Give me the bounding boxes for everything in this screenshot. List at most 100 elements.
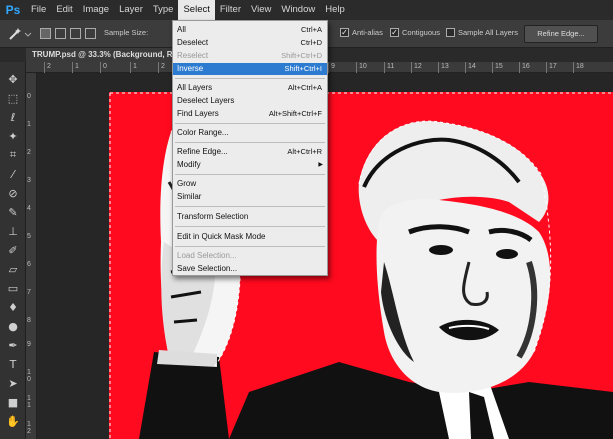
shortcut-label: Shift+Ctrl+D [281,51,322,60]
contiguous-checkbox[interactable]: ✓ [390,28,399,37]
menu-item-label: All Layers [177,83,213,92]
hand-icon[interactable]: ✋ [4,412,22,430]
menu-item-label: Save Selection... [177,264,238,273]
menu-file[interactable]: File [26,0,51,20]
menu-edit[interactable]: Edit [51,0,77,20]
ruler-tick: 0 [27,93,31,100]
ruler-tick: 3 [27,177,31,184]
ruler-tick: 7 [27,289,31,296]
blur-icon[interactable]: ♦ [4,298,22,316]
submenu-arrow-icon: ▶ [318,162,323,168]
ruler-vertical: 0 1 2 3 4 5 6 7 8 9 1 0 1 1 1 2 [26,73,37,439]
add-selection-icon[interactable] [55,28,66,39]
brush-icon[interactable]: ✎ [4,203,22,221]
menu-item-all-layers[interactable]: All Layers Alt+Ctrl+A [173,82,327,94]
contiguous-label: Contiguous [402,28,440,37]
stamp-icon[interactable]: ⊥ [4,222,22,240]
eraser-icon[interactable]: ▱ [4,260,22,278]
shape-icon[interactable]: ■ [4,393,22,411]
menu-item-grow[interactable]: Grow [173,178,327,190]
menu-image[interactable]: Image [78,0,114,20]
sample-size-label: Sample Size: [104,28,149,37]
menu-item-modify[interactable]: Modify ▶ [173,159,327,171]
anti-alias-label: Anti-alias [352,28,383,37]
menu-separator [175,206,325,207]
menu-item-label: Transform Selection [177,212,249,221]
select-menu-dropdown: All Ctrl+A Deselect Ctrl+D Reselect Shift+C… [172,20,328,276]
anti-alias-checkbox[interactable]: ✓ [340,28,349,37]
ruler-tick: 17 [546,62,557,73]
move-icon[interactable]: ✥ [4,70,22,88]
photoshop-logo: Ps [5,3,21,17]
menu-type[interactable]: Type [148,0,179,20]
document-tab[interactable]: TRUMP.psd @ 33.3% (Background, RG [26,48,176,62]
path-select-icon[interactable]: ➤ [4,374,22,392]
type-icon[interactable]: T [4,355,22,373]
shortcut-label: Alt+Ctrl+R [287,147,322,156]
ruler-tick: 4 [27,205,31,212]
marquee-icon[interactable]: ⬚ [4,89,22,107]
menu-item-similar[interactable]: Similar [173,191,327,203]
menu-item-all[interactable]: All Ctrl+A [173,24,327,36]
healing-icon[interactable]: ⊘ [4,184,22,202]
menu-separator [175,226,325,227]
new-selection-icon[interactable] [40,28,51,39]
menu-item-label: Deselect Layers [177,96,235,105]
sample-all-layers-label: Sample All Layers [458,28,519,37]
ruler-tick: 2 [158,62,165,73]
menu-item-quick-mask[interactable]: Edit in Quick Mask Mode [173,231,327,243]
ruler-tick: 16 [519,62,530,73]
menu-item-deselect[interactable]: Deselect Ctrl+D [173,37,327,49]
crop-icon[interactable]: ⌗ [4,146,22,164]
menu-separator [175,78,325,79]
ruler-tick: 1 2 [27,421,31,435]
menu-item-label: Deselect [177,38,209,47]
gradient-icon[interactable]: ▭ [4,279,22,297]
menu-layer[interactable]: Layer [114,0,148,20]
ruler-tick: 13 [438,62,449,73]
menu-item-label: Grow [177,179,197,188]
tools-panel: ✥ ⬚ ℓ ✦ ⌗ ⁄ ⊘ ✎ ⊥ ✐ ▱ ▭ ♦ ● ✒ T ➤ ■ ✋ [0,48,26,439]
menu-item-transform-selection[interactable]: Transform Selection [173,211,327,223]
ruler-tick: 10 [356,62,367,73]
ruler-tick: 1 [27,121,31,128]
menu-item-find-layers[interactable]: Find Layers Alt+Shift+Ctrl+F [173,108,327,120]
history-brush-icon[interactable]: ✐ [4,241,22,259]
menu-item-inverse[interactable]: Inverse Shift+Ctrl+I [173,63,327,75]
menu-item-save-selection[interactable]: Save Selection... [173,263,327,275]
subtract-selection-icon[interactable] [70,28,81,39]
pen-icon[interactable]: ✒ [4,336,22,354]
menu-item-label: Inverse [177,64,204,73]
menu-item-deselect-layers[interactable]: Deselect Layers [173,95,327,107]
lasso-icon[interactable]: ℓ [4,108,22,126]
ruler-tick: 5 [27,233,31,240]
menu-separator [175,246,325,247]
menu-separator [175,123,325,124]
shortcut-label: Alt+Shift+Ctrl+F [268,109,322,118]
intersect-selection-icon[interactable] [85,28,96,39]
ruler-tick: 18 [573,62,584,73]
eyedropper-icon[interactable]: ⁄ [4,165,22,183]
dodge-icon[interactable]: ● [4,317,22,335]
menu-item-label: Refine Edge... [177,147,228,156]
menu-item-load-selection: Load Selection... [173,250,327,262]
magic-wand-preset-icon[interactable] [4,24,34,44]
shortcut-label: Ctrl+A [300,25,322,34]
menu-select[interactable]: Select [178,0,215,20]
menu-item-label: Load Selection... [177,251,237,260]
refine-edge-button[interactable]: Refine Edge... [524,25,598,43]
menu-separator [175,174,325,175]
shortcut-label: Shift+Ctrl+I [284,64,322,73]
menu-filter[interactable]: Filter [215,0,246,20]
menu-bar: Ps File Edit Image Layer Type Select Fil… [0,0,613,20]
menu-view[interactable]: View [246,0,276,20]
menu-help[interactable]: Help [320,0,350,20]
ruler-tick: 9 [27,341,31,348]
ruler-tick: 6 [27,261,31,268]
menu-separator [175,142,325,143]
menu-item-color-range[interactable]: Color Range... [173,127,327,139]
sample-all-layers-checkbox[interactable] [446,28,455,37]
menu-item-refine-edge[interactable]: Refine Edge... Alt+Ctrl+R [173,146,327,158]
magic-wand-icon[interactable]: ✦ [4,127,22,145]
menu-window[interactable]: Window [276,0,320,20]
